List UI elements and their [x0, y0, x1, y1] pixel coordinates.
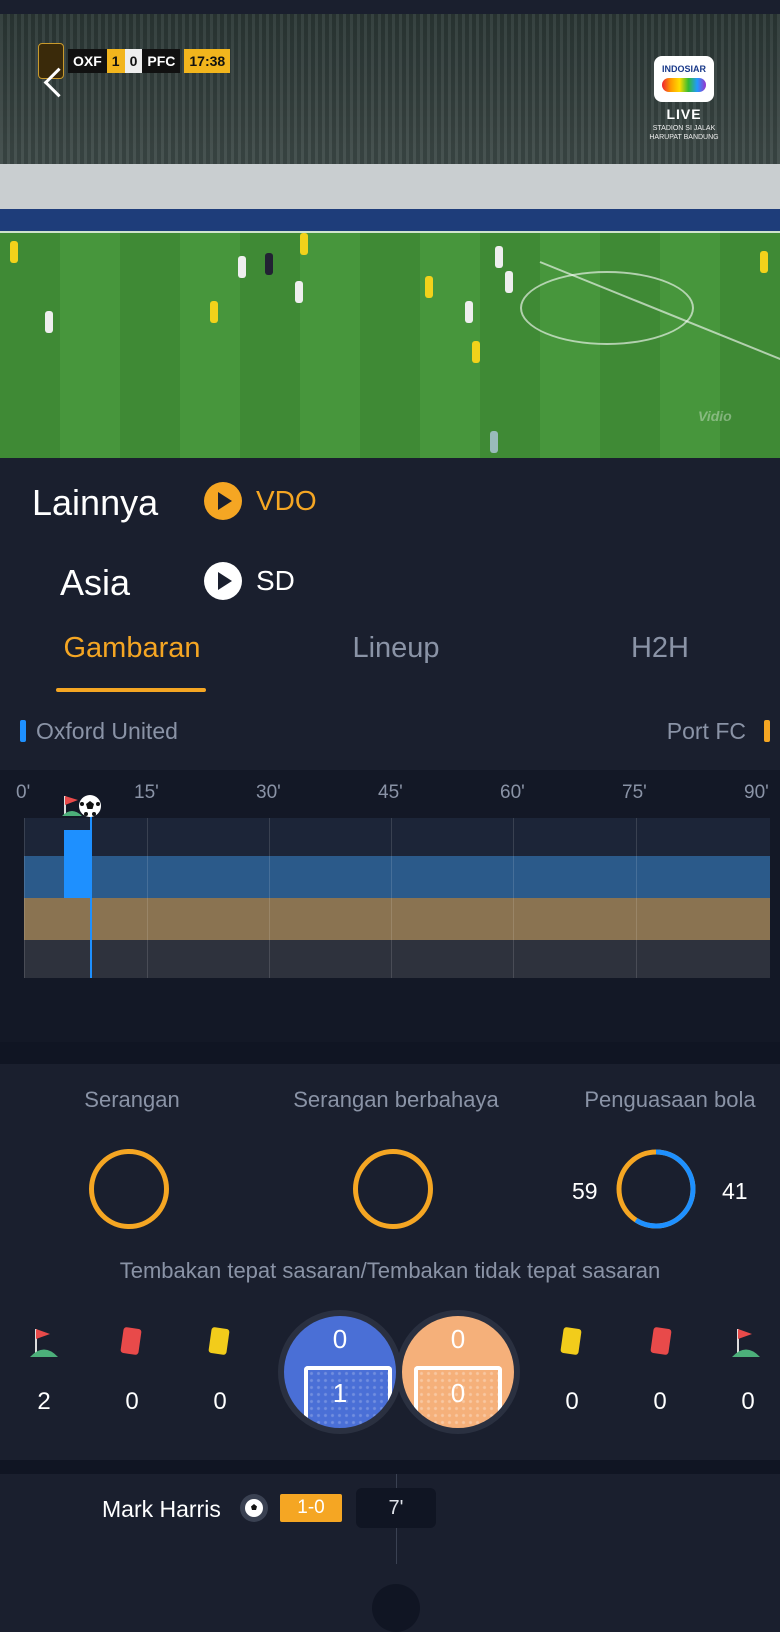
tick-label: 75' — [622, 782, 647, 803]
home-team-name: Oxford United — [36, 718, 178, 744]
away-abbr: PFC — [142, 49, 181, 73]
channel-logo: INDOSIAR — [654, 56, 714, 102]
source-label-lainnya: Lainnya — [32, 482, 159, 523]
stadium-ad-boards — [0, 164, 780, 209]
match-clock: 17:38 — [184, 49, 231, 73]
football-pitch — [0, 231, 780, 458]
home-off-target: 1 — [332, 1378, 348, 1408]
home-abbr: OXF — [68, 49, 107, 73]
current-minute-line — [90, 816, 92, 978]
away-score: 0 — [124, 49, 143, 73]
home-color-marker — [20, 720, 26, 742]
red-card-icon — [120, 1326, 142, 1356]
home-red-cards: 0 — [125, 1388, 139, 1415]
tick-label: 15' — [134, 782, 159, 803]
home-score: 1 — [106, 49, 125, 73]
away-team-name: Port FC — [666, 718, 746, 744]
tick-label: 30' — [256, 782, 281, 803]
source-option-label: SD — [256, 565, 295, 596]
possession-ring — [616, 1149, 696, 1229]
yellow-card-icon — [560, 1326, 582, 1356]
live-label: LIVE — [666, 106, 702, 122]
red-card-icon — [650, 1326, 672, 1356]
source-label-asia: Asia — [60, 562, 131, 603]
venue-caption: STADION SI JALAK HARUPAT BANDUNG — [649, 125, 719, 141]
home-attack-bar — [64, 830, 92, 898]
home-shots-goal: 0 1 — [278, 1310, 402, 1434]
play-icon — [204, 482, 242, 520]
away-corners: 0 — [741, 1388, 755, 1415]
tick-label: 0' — [16, 782, 31, 803]
pitch-ad-boards — [0, 209, 780, 231]
attacks-ring — [89, 1149, 169, 1229]
tick-label: 45' — [378, 782, 403, 803]
goal-ball-icon — [79, 795, 101, 817]
event-player: Mark Harris — [102, 1496, 221, 1522]
away-on-target: 0 — [450, 1324, 466, 1354]
away-off-target: 0 — [450, 1378, 466, 1408]
tick-label: 60' — [500, 782, 525, 803]
home-possession: 59 — [572, 1178, 598, 1204]
event-list: Mark Harris 1-0 7' — [0, 1474, 780, 1632]
shots-label: Tembakan tepat sasaran/Tembakan tidak te… — [119, 1258, 661, 1283]
corner-flag-icon — [30, 1329, 58, 1357]
event-minute: 7' — [356, 1488, 436, 1528]
watermark: Vidio — [698, 408, 732, 424]
event-marker — [372, 1584, 420, 1632]
active-tab-indicator — [56, 688, 206, 692]
away-shots-goal: 0 0 — [396, 1310, 520, 1434]
tab-gambaran[interactable]: Gambaran — [12, 632, 252, 665]
away-possession: 41 — [722, 1178, 748, 1204]
away-yellow-cards: 0 — [565, 1388, 579, 1415]
play-icon — [204, 562, 242, 600]
source-option-label: VDO — [256, 485, 317, 516]
source-option-sd[interactable]: SD — [204, 562, 295, 600]
source-option-vdo[interactable]: VDO — [204, 482, 317, 520]
dangerous-attacks-ring — [353, 1149, 433, 1229]
possession-label: Penguasaan bola — [584, 1087, 756, 1112]
yellow-card-icon — [208, 1326, 230, 1356]
home-yellow-cards: 0 — [213, 1388, 227, 1415]
scorebug: OXF 1 0 PFC 17:38 — [38, 43, 231, 79]
corner-flag-icon — [732, 1329, 760, 1357]
dangerous-attacks-label: Serangan berbahaya — [293, 1087, 499, 1112]
goal-ball-icon — [240, 1494, 268, 1522]
event-score: 1-0 — [280, 1494, 342, 1522]
video-player[interactable]: OXF 1 0 PFC 17:38 INDOSIAR LIVE STADION … — [0, 14, 780, 458]
tab-lineup[interactable]: Lineup — [276, 632, 516, 665]
away-color-marker — [764, 720, 770, 742]
tick-label: 90' — [744, 782, 769, 803]
section-divider — [0, 1042, 780, 1064]
match-timeline: 0' 15' 30' 45' 60' 75' 90' — [0, 770, 780, 1042]
timeline-band — [24, 818, 770, 856]
tab-h2h[interactable]: H2H — [540, 632, 780, 665]
home-on-target: 0 — [332, 1324, 348, 1354]
home-pressure-band — [24, 856, 770, 898]
home-corners: 2 — [37, 1388, 51, 1415]
away-red-cards: 0 — [653, 1388, 667, 1415]
timeline-band — [24, 940, 770, 978]
attacks-label: Serangan — [84, 1087, 180, 1112]
away-pressure-band — [24, 898, 770, 940]
